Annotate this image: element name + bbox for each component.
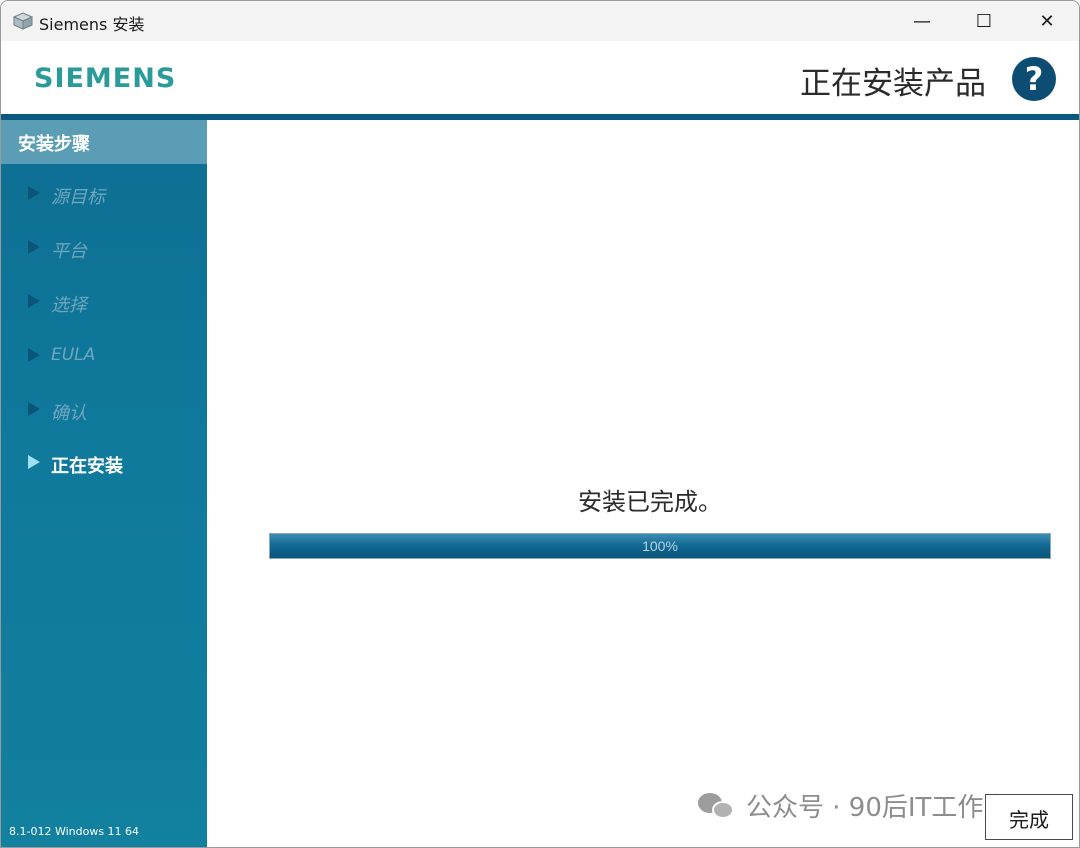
watermark: 公众号 · 90后IT工作室 [698,787,1009,824]
minimize-icon: — [913,10,931,32]
finish-button-label: 完成 [1009,808,1049,832]
step-arrow-icon [28,240,40,254]
page-title: 正在安装产品 [800,66,986,102]
watermark-text: 公众号 · 90后IT工作室 [746,793,1010,823]
step-eula: EULA [1,336,207,376]
step-label: EULA [51,345,96,365]
step-confirm: 确认 [1,390,207,430]
step-source-target: 源目标 [1,174,207,214]
help-icon: ? [1024,60,1044,98]
wechat-icon [698,791,736,821]
step-installing: 正在安装 [1,443,207,483]
maximize-icon: ☐ [975,10,993,32]
progress-label: 100% [642,538,678,554]
steps-sidebar-header: 安装步骤 [1,120,231,164]
step-arrow-icon [28,455,40,469]
title-bar: Siemens 安装 — ☐ ✕ [1,1,1079,41]
finish-button[interactable]: 完成 [985,794,1073,840]
installer-header: SIEMENS 正在安装产品 ? [1,41,1079,115]
siemens-logo: SIEMENS [34,63,177,94]
install-progress-bar: 100% [269,533,1051,559]
step-arrow-icon [28,348,40,362]
window-title: Siemens 安装 [39,15,145,34]
step-label: 选择 [51,295,87,316]
help-button[interactable]: ? [1012,57,1056,101]
install-status: 安装已完成。 [578,488,722,516]
maximize-button[interactable]: ☐ [953,1,1015,41]
step-label: 源目标 [51,187,105,208]
close-button[interactable]: ✕ [1016,1,1078,41]
step-arrow-icon [28,294,40,308]
step-label: 正在安装 [51,456,123,477]
step-platform: 平台 [1,228,207,268]
step-selection: 选择 [1,282,207,322]
step-arrow-icon [28,186,40,200]
installer-window: Siemens 安装 — ☐ ✕ SIEMENS 正在安装产品 ? 安装步骤 源… [0,0,1080,848]
step-label: 确认 [51,403,87,424]
step-arrow-icon [28,402,40,416]
minimize-button[interactable]: — [891,1,953,41]
step-label: 平台 [51,241,87,262]
version-info: 8.1-012 Windows 11 64 [9,825,140,838]
installer-box-icon [13,12,33,30]
close-icon: ✕ [1039,10,1055,32]
steps-sidebar-title: 安装步骤 [18,134,90,155]
